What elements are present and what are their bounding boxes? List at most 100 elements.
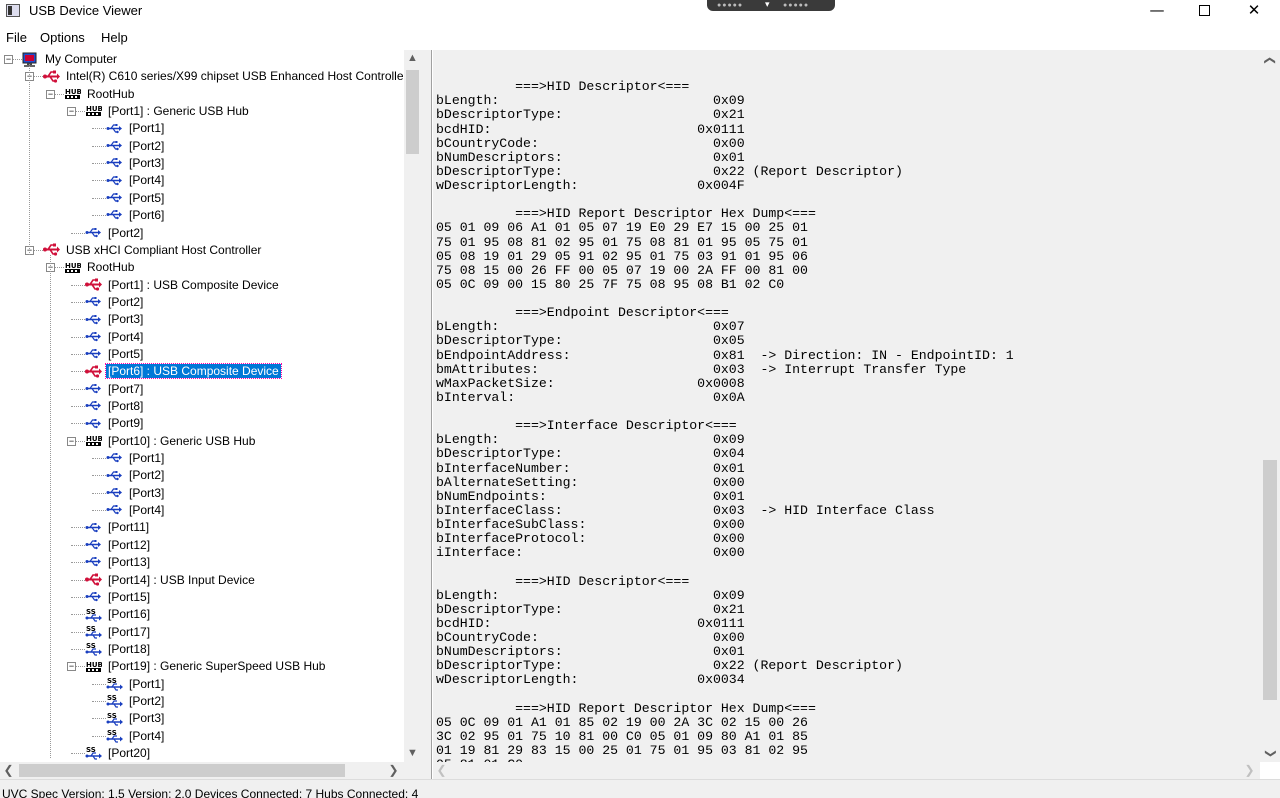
tree-node[interactable]: [Port4] bbox=[85, 329, 145, 346]
computer-icon-graphic bbox=[22, 52, 37, 68]
tree-node-label: [Port3] bbox=[129, 485, 165, 500]
descriptor-line: 05 01 09 06 A1 01 05 07 19 E0 29 E7 15 0… bbox=[436, 220, 808, 236]
tree-node[interactable]: SS [Port17] bbox=[85, 624, 152, 641]
tree-connector bbox=[92, 700, 106, 702]
tree-node[interactable]: [Port4] bbox=[106, 172, 166, 189]
scroll-left-icon[interactable]: ❮ bbox=[0, 762, 17, 779]
scroll-thumb[interactable] bbox=[406, 70, 419, 154]
port-icon-graphic bbox=[85, 592, 101, 602]
scroll-up-icon[interactable]: ▲ bbox=[404, 50, 421, 67]
tree-node[interactable]: Intel(R) C610 series/X99 chipset USB Enh… bbox=[43, 68, 420, 85]
tree-node-label: My Computer bbox=[45, 52, 118, 66]
tree-node[interactable]: [Port3] bbox=[106, 155, 166, 172]
collapse-toggle-icon[interactable]: − bbox=[67, 107, 76, 117]
scroll-right-icon[interactable]: ❯ bbox=[385, 762, 402, 779]
collapse-toggle-icon[interactable]: − bbox=[67, 436, 76, 446]
menu-help[interactable]: Help bbox=[101, 30, 128, 45]
tree-node[interactable]: [Port2] bbox=[85, 225, 145, 242]
tree-node[interactable]: HUB [Port19] : Generic SuperSpeed USB Hub bbox=[85, 658, 327, 675]
tree-node[interactable]: [Port12] bbox=[85, 537, 152, 554]
tree-node[interactable]: [Port2] bbox=[106, 467, 166, 484]
detail-vertical-scrollbar[interactable]: ❯ ❯ bbox=[1260, 50, 1280, 762]
ss-icon: SS bbox=[106, 729, 123, 743]
scroll-right-icon[interactable]: ❯ bbox=[1241, 762, 1258, 779]
tree-node[interactable]: [Port11] bbox=[85, 519, 151, 536]
collapse-toggle-icon[interactable]: − bbox=[46, 89, 55, 99]
collapse-toggle-icon[interactable]: − bbox=[4, 55, 13, 64]
tree-node[interactable]: HUB RootHub bbox=[64, 259, 136, 276]
minimize-button[interactable]: — bbox=[1134, 0, 1180, 22]
tree-node[interactable]: [Port1] : USB Composite Device bbox=[85, 277, 281, 294]
tree-node[interactable]: [Port2] bbox=[85, 294, 145, 311]
detail-horizontal-scrollbar[interactable]: ❮ ❯ bbox=[433, 762, 1260, 779]
tree-node[interactable]: My Computer bbox=[22, 51, 119, 68]
tree-node[interactable]: [Port15] bbox=[85, 589, 152, 606]
tree-node-label: [Port20] bbox=[108, 746, 151, 760]
tree-node[interactable]: [Port1] bbox=[106, 450, 166, 467]
descriptor-line: wMaxPacketSize: 0x0008 bbox=[436, 375, 745, 391]
tree-node[interactable]: [Port14] : USB Input Device bbox=[85, 572, 257, 589]
port-icon bbox=[85, 417, 102, 430]
tree-node[interactable]: SS [Port2] bbox=[106, 693, 166, 710]
tree-node[interactable]: [Port7] bbox=[85, 381, 145, 398]
descriptor-line: bNumDescriptors: 0x01 bbox=[436, 149, 745, 165]
tree-node[interactable]: [Port3] bbox=[85, 311, 145, 328]
descriptor-line: wDescriptorLength: 0x0034 bbox=[436, 672, 745, 688]
menu-file[interactable]: File bbox=[6, 30, 27, 45]
close-button[interactable]: ✕ bbox=[1231, 0, 1277, 22]
tree-node[interactable]: [Port6] bbox=[106, 207, 166, 224]
snap-layout-handle[interactable]: ●●●●● ▾ ●●●●● bbox=[707, 0, 835, 11]
ss-icon-graphic: SS bbox=[106, 694, 123, 708]
tree-horizontal-scrollbar[interactable]: ❮ ❯ bbox=[0, 762, 404, 779]
tree-node[interactable]: HUB [Port1] : Generic USB Hub bbox=[85, 103, 251, 120]
tree-node[interactable]: HUB RootHub bbox=[64, 86, 136, 103]
status-text: UVC Spec Version: 1.5 Version: 2.0 Devic… bbox=[2, 787, 419, 798]
tree-node[interactable]: [Port5] bbox=[106, 190, 166, 207]
descriptor-text: ===>HID Descriptor<=== bLength: 0x09 bDesc… bbox=[436, 66, 1014, 762]
tree-node-label: [Port18] bbox=[108, 641, 151, 656]
scroll-thumb[interactable] bbox=[1263, 460, 1277, 700]
close-icon: ✕ bbox=[1247, 1, 1261, 19]
hub-icon: HUB bbox=[64, 87, 82, 100]
tree-node[interactable]: [Port3] bbox=[106, 485, 166, 502]
scroll-thumb[interactable] bbox=[19, 764, 345, 777]
tree-node[interactable]: [Port9] bbox=[85, 415, 145, 432]
tree-node[interactable]: [Port5] bbox=[85, 346, 145, 363]
tree-node[interactable]: SS [Port3] bbox=[106, 710, 166, 727]
descriptor-detail-pane[interactable]: ===>HID Descriptor<=== bLength: 0x09 bDesc… bbox=[433, 50, 1260, 762]
scroll-down-icon[interactable]: ▼ bbox=[404, 745, 421, 762]
port-icon bbox=[106, 191, 123, 204]
scroll-up-icon[interactable]: ❯ bbox=[1262, 51, 1279, 71]
tree-node[interactable]: [Port6] : USB Composite Device bbox=[85, 363, 282, 380]
tree-node[interactable]: [Port1] bbox=[106, 120, 166, 137]
tree-node[interactable]: SS [Port16] bbox=[85, 606, 152, 623]
tree-vertical-scrollbar[interactable]: ▲ ▼ bbox=[404, 50, 421, 762]
usb-red-icon bbox=[43, 243, 60, 256]
collapse-toggle-icon[interactable]: − bbox=[67, 662, 76, 672]
tree-node[interactable]: [Port2] bbox=[106, 138, 166, 155]
menu-options[interactable]: Options bbox=[40, 30, 85, 45]
tree-node[interactable]: [Port8] bbox=[85, 398, 145, 415]
pane-splitter[interactable] bbox=[421, 50, 432, 779]
device-tree[interactable]: − My Computer − Intel(R) C610 series/X99 ch… bbox=[0, 50, 421, 762]
tree-node[interactable]: HUB [Port10] : Generic USB Hub bbox=[85, 433, 257, 450]
hub-icon-graphic: HUB bbox=[86, 435, 103, 447]
tree-node[interactable]: [Port13] bbox=[85, 554, 152, 571]
tree-node[interactable]: SS [Port1] bbox=[106, 676, 166, 693]
tree-node-label: [Port1] : USB Composite Device bbox=[108, 277, 279, 292]
port-icon-graphic bbox=[85, 314, 101, 324]
svg-text:HUB: HUB bbox=[86, 105, 102, 113]
maximize-button[interactable] bbox=[1181, 0, 1227, 22]
tree-connector bbox=[92, 475, 106, 477]
scroll-left-icon[interactable]: ❮ bbox=[433, 762, 450, 779]
tree-node[interactable]: SS [Port18] bbox=[85, 641, 152, 658]
tree-node[interactable]: SS [Port20] bbox=[85, 745, 152, 762]
scroll-down-icon[interactable]: ❯ bbox=[1262, 744, 1279, 764]
tree-node[interactable]: SS [Port4] bbox=[106, 728, 166, 745]
ss-icon-graphic: SS bbox=[85, 642, 102, 656]
port-icon-graphic bbox=[106, 453, 122, 463]
tree-node[interactable]: USB xHCI Compliant Host Controller bbox=[43, 242, 263, 259]
tree-connector bbox=[92, 180, 106, 182]
tree-node[interactable]: [Port4] bbox=[106, 502, 166, 519]
port-icon bbox=[85, 347, 102, 360]
